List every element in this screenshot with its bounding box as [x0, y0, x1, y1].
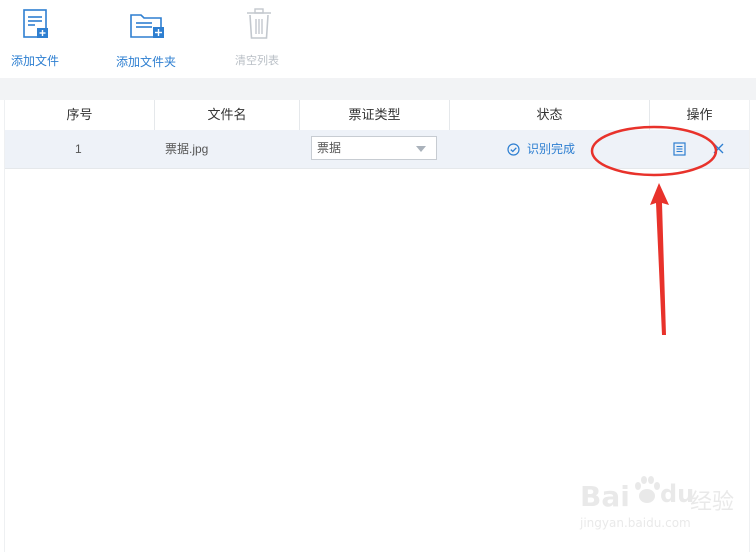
- column-header-actions: 操作: [686, 107, 713, 122]
- paw-icon: [635, 476, 660, 503]
- status-text: 识别完成: [527, 142, 576, 156]
- watermark-suffix: 经验: [690, 490, 735, 515]
- column-header-type: 票证类型: [300, 100, 450, 130]
- delete-icon[interactable]: [713, 143, 724, 154]
- column-header-status: 状态: [450, 100, 650, 130]
- add-file-icon: [23, 9, 48, 38]
- check-circle-icon: [507, 143, 520, 156]
- view-result-icon[interactable]: [673, 142, 686, 156]
- add-file-label: 添加文件: [11, 54, 60, 68]
- column-header-index: 序号: [5, 100, 155, 130]
- add-folder-button[interactable]: 添加文件夹: [110, 0, 186, 74]
- ticket-type-select[interactable]: 票据: [311, 136, 437, 160]
- row-index: 1: [75, 142, 82, 156]
- table-header: 序号 文件名 票证类型 状态 操作: [5, 100, 749, 131]
- clear-list-label: 清空列表: [235, 55, 279, 67]
- chevron-down-icon: [416, 146, 426, 152]
- watermark-brand: Bai: [580, 480, 630, 513]
- trash-icon: [247, 8, 271, 39]
- add-file-button[interactable]: 添加文件: [4, 0, 70, 74]
- toolbar: 添加文件 添加文件夹 清空列表: [0, 0, 756, 78]
- table-row[interactable]: 1 票据.jpg 票据 识别完成: [5, 130, 749, 169]
- column-header-filename: 文件名: [155, 100, 300, 130]
- clear-list-button[interactable]: 清空列表: [228, 0, 292, 74]
- row-filename: 票据.jpg: [165, 142, 209, 156]
- ticket-type-value: 票据: [317, 141, 342, 155]
- add-folder-label: 添加文件夹: [116, 55, 177, 69]
- watermark-url: jingyan.baidu.com: [580, 516, 691, 530]
- add-folder-icon: [130, 14, 164, 38]
- toolbar-divider: [0, 78, 756, 100]
- baidu-watermark: Bai du 经验 jingyan.baidu.com: [580, 470, 734, 540]
